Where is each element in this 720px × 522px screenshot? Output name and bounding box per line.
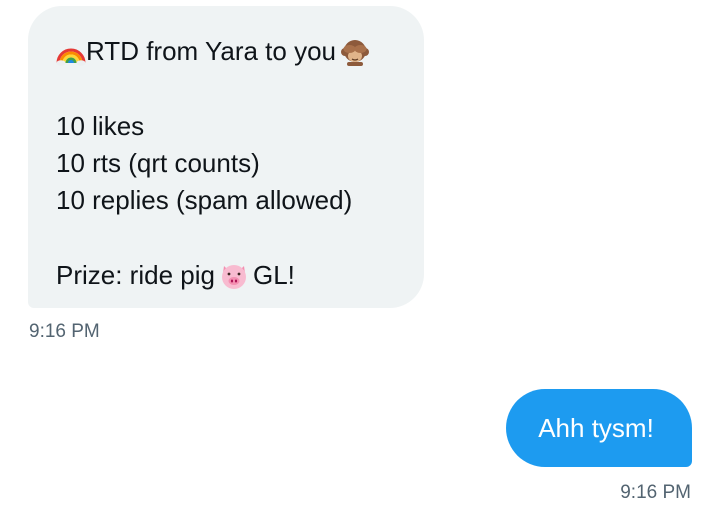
received-message-bubble[interactable]: RTD from Yara to you 10 likes 10 rts (qr… [28, 6, 424, 308]
message-title-text: RTD from Yara to you [86, 36, 336, 66]
message-line-title: RTD from Yara to you [56, 33, 424, 70]
sent-message-text: Ahh tysm! [538, 412, 654, 443]
dm-conversation: RTD from Yara to you 10 likes 10 rts (qr… [0, 0, 720, 522]
sent-message-timestamp: 9:16 PM [620, 482, 691, 503]
message-line-likes: 10 likes [56, 111, 145, 141]
pig-face-icon [219, 261, 249, 291]
prize-text: Prize: ride pig [56, 260, 215, 290]
message-line-replies: 10 replies (spam allowed) [56, 185, 353, 215]
see-no-evil-monkey-icon [340, 37, 370, 67]
message-line-prize: Prize: ride pig GL! [56, 257, 424, 294]
message-line-rts: 10 rts (qrt counts) [56, 148, 260, 178]
sent-message-bubble[interactable]: Ahh tysm! [506, 389, 692, 467]
rainbow-icon [56, 37, 86, 67]
received-message-timestamp: 9:16 PM [29, 321, 100, 342]
prize-suffix-text: GL! [252, 260, 295, 290]
